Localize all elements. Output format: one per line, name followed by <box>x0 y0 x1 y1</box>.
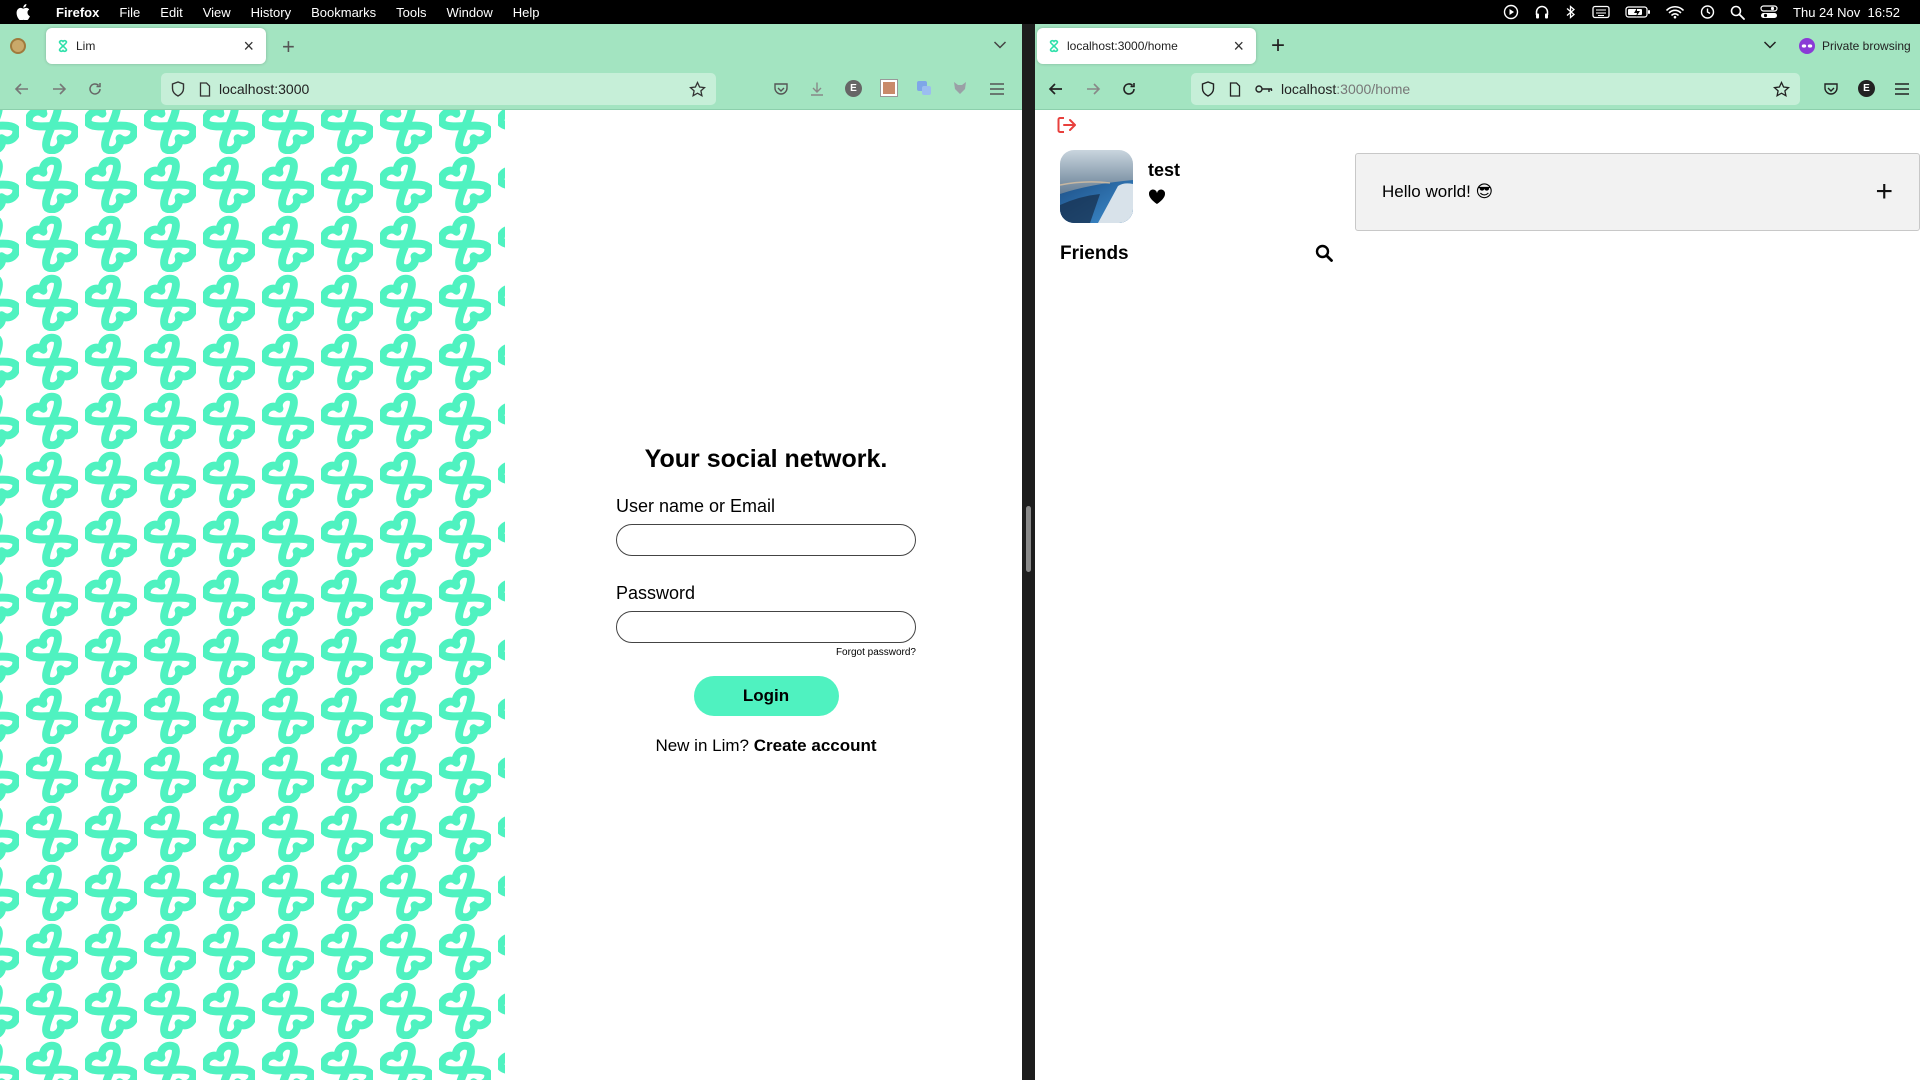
heart-icon[interactable] <box>1148 189 1166 210</box>
add-post-button[interactable]: + <box>1875 177 1893 207</box>
signup-line: New in Lim? Create account <box>616 736 916 756</box>
avatar[interactable] <box>1060 150 1133 223</box>
password-input[interactable] <box>616 611 916 643</box>
page-info-icon[interactable] <box>1229 81 1241 97</box>
forward-icon[interactable] <box>51 81 67 97</box>
macos-menubar: Firefox File Edit View History Bookmarks… <box>0 0 1920 24</box>
tab-close-icon[interactable]: × <box>243 37 254 55</box>
friends-title: Friends <box>1060 243 1129 264</box>
menu-history[interactable]: History <box>241 5 301 20</box>
menu-help[interactable]: Help <box>503 5 550 20</box>
right-tab-bar: localhost:3000/home × + Private browsing <box>1035 24 1920 68</box>
headphones-icon[interactable] <box>1534 4 1550 20</box>
url-host: localhost <box>1281 81 1337 97</box>
divider-handle[interactable] <box>1026 506 1031 572</box>
login-heading: Your social network. <box>644 445 888 473</box>
right-browser-window: localhost:3000/home × + Private browsing… <box>1035 24 1920 1080</box>
pocket-icon[interactable] <box>1823 81 1839 97</box>
new-tab-icon[interactable]: + <box>1271 34 1285 58</box>
extension-fox-icon[interactable] <box>952 80 968 96</box>
forgot-password-link[interactable]: Forgot password? <box>616 647 916 658</box>
tracking-shield-icon[interactable] <box>1201 81 1215 97</box>
username-input[interactable] <box>616 524 916 556</box>
new-post-box[interactable]: Hello world! 😎 + <box>1355 153 1920 231</box>
profile-username: test <box>1148 160 1181 180</box>
wifi-icon[interactable] <box>1666 5 1684 19</box>
new-tab-icon[interactable]: + <box>282 36 295 58</box>
login-page: Your social network. User name or Email … <box>0 110 1022 1080</box>
username-label: User name or Email <box>616 496 776 516</box>
extension-translate-icon[interactable] <box>916 80 932 96</box>
tab-lim[interactable]: Lim × <box>46 28 266 64</box>
private-mask-icon <box>1799 38 1815 54</box>
back-icon[interactable] <box>14 81 30 97</box>
menu-edit[interactable]: Edit <box>150 5 192 20</box>
pocket-icon[interactable] <box>773 81 789 97</box>
tab-close-icon[interactable]: × <box>1233 37 1244 55</box>
back-icon[interactable] <box>1048 81 1064 97</box>
hamburger-menu-icon[interactable] <box>989 82 1005 96</box>
create-account-link[interactable]: Create account <box>754 736 877 755</box>
spotlight-search-icon[interactable] <box>1730 5 1745 20</box>
extension-e-icon[interactable]: E <box>845 80 862 97</box>
menubar-clock[interactable]: Thu 24 Nov 16:52 <box>1793 5 1900 20</box>
private-browsing-indicator: Private browsing <box>1798 37 1911 55</box>
key-icon[interactable] <box>1255 83 1273 95</box>
tab-title: localhost:3000/home <box>1067 39 1178 53</box>
control-center-icon[interactable] <box>1760 5 1778 19</box>
private-browsing-label: Private browsing <box>1822 39 1911 53</box>
extension-image-icon[interactable] <box>881 80 897 96</box>
bookmark-star-icon[interactable] <box>689 80 706 98</box>
keyboard-icon[interactable] <box>1592 5 1610 19</box>
forward-icon[interactable] <box>1085 81 1101 97</box>
tab-home[interactable]: localhost:3000/home × <box>1037 28 1256 64</box>
apple-icon[interactable] <box>0 4 46 20</box>
lim-logo-pattern <box>0 110 505 1080</box>
logout-icon[interactable] <box>1057 116 1077 139</box>
left-tab-bar: Lim × + <box>0 24 1022 68</box>
right-url-text[interactable]: localhost:3000/home <box>1281 81 1773 97</box>
signup-prefix: New in Lim? <box>655 736 749 755</box>
login-form: Your social network. User name or Email … <box>616 445 916 756</box>
right-url-bar[interactable]: localhost:3000/home <box>1191 73 1800 105</box>
tab-title: Lim <box>76 39 96 53</box>
url-path: :3000/home <box>1336 81 1411 97</box>
reload-icon[interactable] <box>87 81 103 97</box>
menu-file[interactable]: File <box>109 5 150 20</box>
battery-icon[interactable] <box>1625 5 1651 19</box>
play-icon[interactable] <box>1503 4 1519 20</box>
left-url-text[interactable]: localhost:3000 <box>219 81 689 97</box>
left-nav-bar: localhost:3000 E <box>0 68 1022 110</box>
window-divider[interactable] <box>1022 24 1035 1080</box>
post-text[interactable]: Hello world! 😎 <box>1382 182 1875 202</box>
time-machine-icon[interactable] <box>1699 4 1715 20</box>
list-all-tabs-icon[interactable] <box>993 40 1007 50</box>
firefox-view-icon[interactable] <box>10 38 26 54</box>
lim-favicon-icon <box>58 39 68 53</box>
downloads-icon[interactable] <box>809 81 825 97</box>
password-label: Password <box>616 583 696 603</box>
search-icon[interactable] <box>1315 244 1333 267</box>
tracking-shield-icon[interactable] <box>171 81 185 97</box>
page-info-icon[interactable] <box>199 81 211 97</box>
login-button[interactable]: Login <box>693 676 839 716</box>
left-browser-window: Lim × + localhost:3000 E Your social net… <box>0 24 1022 1080</box>
extension-e-icon[interactable]: E <box>1858 80 1875 97</box>
list-all-tabs-icon[interactable] <box>1763 40 1777 50</box>
bluetooth-icon[interactable] <box>1565 4 1577 20</box>
home-page: test Friends Hello world! 😎 + <box>1035 110 1920 1080</box>
lim-favicon-icon <box>1049 39 1059 53</box>
menu-view[interactable]: View <box>193 5 241 20</box>
reload-icon[interactable] <box>1121 81 1137 97</box>
menu-app-firefox[interactable]: Firefox <box>46 5 109 20</box>
right-nav-bar: localhost:3000/home E <box>1035 68 1920 110</box>
bookmark-star-icon[interactable] <box>1773 80 1790 98</box>
menu-window[interactable]: Window <box>437 5 503 20</box>
menu-tools[interactable]: Tools <box>386 5 436 20</box>
left-url-bar[interactable]: localhost:3000 <box>161 73 716 105</box>
hamburger-menu-icon[interactable] <box>1894 82 1910 96</box>
menu-bookmarks[interactable]: Bookmarks <box>301 5 386 20</box>
